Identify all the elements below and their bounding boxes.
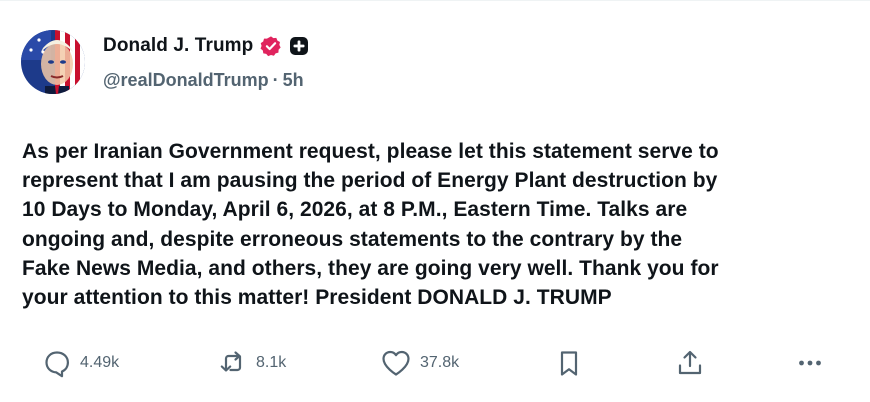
share-icon bbox=[675, 348, 705, 378]
more-options-button[interactable] bbox=[795, 348, 825, 378]
author-handle-row: @realDonaldTrump · 5h bbox=[103, 70, 304, 91]
author-display-name[interactable]: Donald J. Trump bbox=[103, 35, 253, 57]
like-count: 37.8k bbox=[420, 354, 460, 371]
post-timestamp[interactable]: 5h bbox=[283, 70, 304, 90]
avatar-image bbox=[21, 30, 85, 94]
reply-icon bbox=[42, 348, 72, 378]
bookmark-button[interactable] bbox=[554, 348, 584, 378]
post-body-text: As per Iranian Government request, pleas… bbox=[22, 140, 719, 310]
reply-count: 4.49k bbox=[80, 354, 120, 371]
heart-icon bbox=[380, 348, 412, 378]
repost-button[interactable]: 8.1k bbox=[218, 348, 286, 378]
handle-separator: · bbox=[272, 70, 279, 90]
author-handle[interactable]: @realDonaldTrump bbox=[103, 70, 269, 90]
reply-button[interactable]: 4.49k bbox=[42, 348, 119, 378]
more-icon bbox=[795, 348, 825, 378]
share-button[interactable] bbox=[675, 348, 705, 378]
author-name-row: Donald J. Trump bbox=[103, 33, 309, 59]
avatar[interactable] bbox=[21, 30, 85, 94]
bookmark-icon bbox=[554, 348, 584, 378]
verified-badge-icon bbox=[260, 35, 282, 57]
top-divider bbox=[0, 0, 870, 1]
like-button[interactable]: 37.8k bbox=[380, 348, 459, 378]
affiliate-plus-icon bbox=[289, 36, 309, 56]
repost-count: 8.1k bbox=[256, 354, 287, 371]
repost-icon bbox=[218, 348, 248, 378]
